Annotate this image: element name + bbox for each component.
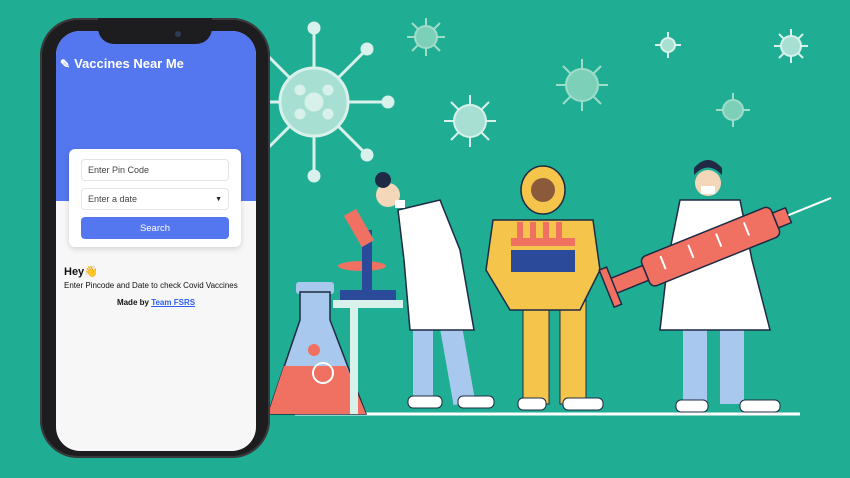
phone-notch — [98, 18, 212, 44]
instruction-text: Enter Pincode and Date to check Covid Va… — [64, 281, 238, 290]
virus-icon-4 — [655, 32, 681, 58]
phone-screen: ✎ Vaccines Near Me Enter Pin Code Enter … — [56, 31, 256, 451]
pin-code-input[interactable]: Enter Pin Code — [81, 159, 229, 181]
virus-icon-6 — [716, 93, 750, 127]
scientist-syringe — [659, 160, 781, 413]
virus-icon-3 — [556, 59, 608, 111]
team-link[interactable]: Team FSRS — [151, 298, 195, 307]
search-button[interactable]: Search — [81, 217, 229, 239]
pin-code-placeholder: Enter Pin Code — [88, 165, 150, 175]
search-card: Enter Pin Code Enter a date ▼ Search — [69, 149, 241, 247]
dropdown-arrow-icon: ▼ — [215, 195, 222, 203]
greeting-text: Hey👋 — [64, 266, 98, 278]
scientist-hazmat — [485, 165, 604, 411]
camera-icon — [175, 31, 181, 37]
virus-icon-1 — [407, 18, 445, 56]
app-title: ✎ Vaccines Near Me — [60, 56, 184, 71]
search-button-label: Search — [139, 222, 171, 234]
made-by-credit: Made by Team FSRS — [56, 298, 256, 307]
date-placeholder: Enter a date — [88, 194, 138, 204]
pencil-icon: ✎ — [60, 56, 71, 71]
app-title-text: Vaccines Near Me — [74, 56, 184, 71]
made-by-prefix: Made by — [116, 298, 149, 307]
virus-icon-5 — [774, 29, 808, 63]
virus-icon-2 — [444, 95, 496, 147]
date-select[interactable]: Enter a date ▼ — [81, 188, 229, 210]
